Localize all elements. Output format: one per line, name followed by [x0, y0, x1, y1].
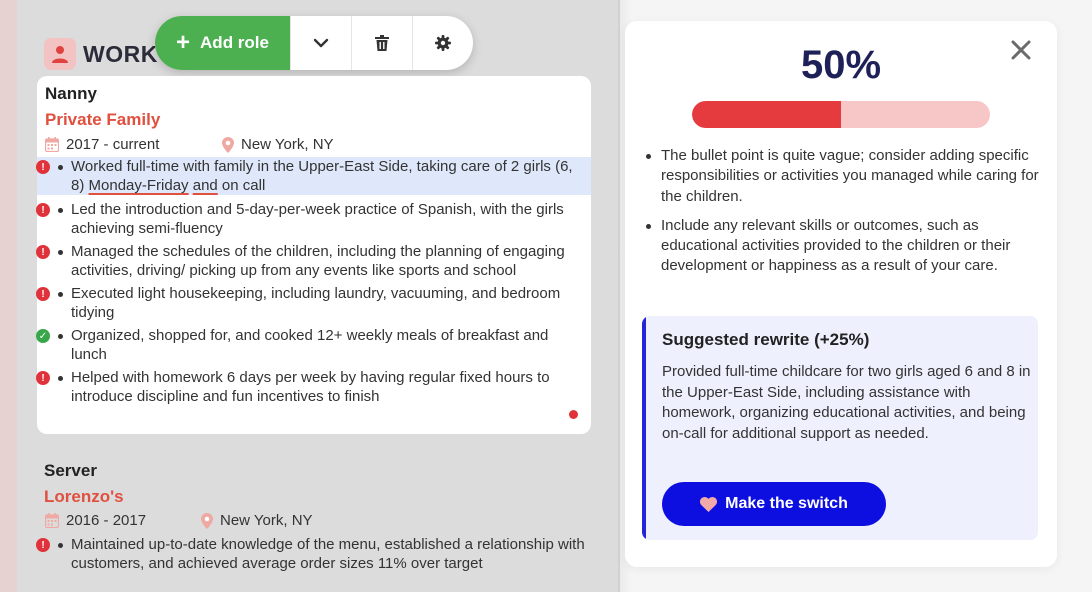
bullet-text: Worked full-time with family in the Uppe… [71, 158, 573, 194]
bullet-dot [58, 208, 63, 213]
resume-left-edge [0, 0, 17, 592]
gear-icon [435, 35, 451, 51]
suggestion-accent-bar [642, 316, 646, 540]
feedback-item: Include any relevant skills or outcomes,… [645, 216, 1045, 277]
expand-button[interactable] [290, 16, 351, 70]
make-the-switch-button[interactable]: Make the switch [662, 482, 886, 526]
bullet-item[interactable]: ! Helped with homework 6 days per week b… [36, 368, 591, 406]
bullet-dot [58, 334, 63, 339]
suggestion-title: Suggested rewrite (+25%) [662, 330, 870, 349]
location-pin-icon [222, 136, 234, 153]
calendar-icon [45, 513, 59, 528]
suggestion-text: Provided full-time childcare for two gir… [662, 363, 1031, 442]
section-header: WORK [44, 38, 158, 70]
bullet-dot [646, 223, 651, 229]
job-dates-text: 2016 - 2017 [66, 512, 147, 529]
spelling-underline[interactable]: Monday-Friday [89, 177, 189, 194]
person-icon [44, 38, 76, 70]
spelling-underline[interactable]: and [193, 177, 218, 194]
bullet-dot [58, 165, 63, 170]
error-icon: ! [36, 203, 50, 217]
feedback-panel: 50% The bullet point is quite vague; con… [625, 21, 1057, 567]
location-pin-icon [201, 512, 213, 529]
bullet-item[interactable]: ! Maintained up-to-date knowledge of the… [36, 535, 591, 573]
bullet-item[interactable]: ✓ Organized, shopped for, and cooked 12+… [36, 326, 591, 364]
role-toolbar: + Add role [155, 16, 473, 70]
job-title[interactable]: Nanny [45, 84, 97, 104]
bullet-list: ! Maintained up-to-date knowledge of the… [36, 535, 591, 573]
check-icon: ✓ [36, 329, 50, 343]
job-location[interactable]: New York, NY [201, 512, 313, 529]
error-icon: ! [36, 538, 50, 552]
add-role-label: Add role [200, 33, 269, 52]
job-dates-text: 2017 - current [66, 136, 160, 153]
bullet-dot [646, 154, 651, 159]
trash-icon [375, 35, 389, 51]
bullet-dot [58, 376, 63, 381]
bullet-text: Maintained up-to-date knowledge of the m… [71, 536, 585, 572]
bullet-item[interactable]: ! Led the introduction and 5-day-per-wee… [36, 200, 591, 238]
feedback-item: The bullet point is quite vague; conside… [645, 146, 1045, 207]
job-location-text: New York, NY [220, 512, 313, 529]
error-icon: ! [36, 287, 50, 301]
error-icon: ! [36, 160, 50, 174]
job-title[interactable]: Server [44, 461, 97, 481]
calendar-icon [45, 137, 59, 152]
settings-button[interactable] [412, 16, 473, 70]
bullet-dot [58, 250, 63, 255]
job-dates[interactable]: 2017 - current [45, 136, 159, 153]
bullet-text: Organized, shopped for, and cooked 12+ w… [71, 327, 549, 363]
bullet-dot [58, 543, 63, 548]
feedback-text: Include any relevant skills or outcomes,… [661, 216, 1011, 275]
feedback-list: The bullet point is quite vague; conside… [645, 146, 1045, 286]
bullet-item[interactable]: ! Managed the schedules of the children,… [36, 242, 591, 280]
feedback-text: The bullet point is quite vague; conside… [661, 147, 1039, 205]
bullet-dot [58, 292, 63, 297]
section-title: WORK [83, 40, 158, 67]
add-role-button[interactable]: + Add role [155, 16, 290, 70]
bullet-text: Managed the schedules of the children, i… [71, 243, 565, 279]
make-the-switch-label: Make the switch [725, 495, 848, 512]
bullet-text: Executed light housekeeping, including l… [71, 285, 561, 321]
bullet-text: Led the introduction and 5-day-per-week … [71, 201, 564, 237]
bullet-item[interactable]: ! Executed light housekeeping, including… [36, 284, 591, 322]
job-location[interactable]: New York, NY [222, 136, 334, 153]
job-dates[interactable]: 2016 - 2017 [45, 512, 146, 529]
score-progress-fill [692, 101, 841, 128]
error-icon: ! [36, 371, 50, 385]
error-icon: ! [36, 245, 50, 259]
chevron-down-icon [313, 38, 329, 48]
plus-icon: + [176, 29, 191, 56]
score-value: 50% [800, 43, 882, 87]
job-company[interactable]: Lorenzo's [44, 487, 124, 507]
bullet-item[interactable]: ! Worked full-time with family in the Up… [36, 157, 591, 195]
heart-icon [700, 496, 718, 512]
delete-button[interactable] [351, 16, 412, 70]
job-location-text: New York, NY [241, 136, 334, 153]
suggested-rewrite: Suggested rewrite (+25%) Provided full-t… [642, 316, 1038, 540]
job-card-nanny[interactable]: Nanny Private Family 2017 - current New … [36, 76, 591, 434]
score-progress-bar [692, 101, 990, 128]
unsaved-indicator [569, 410, 578, 419]
job-company[interactable]: Private Family [45, 110, 160, 130]
bullet-text: Helped with homework 6 days per week by … [71, 369, 550, 405]
bullet-list: ! Worked full-time with family in the Up… [36, 157, 591, 406]
